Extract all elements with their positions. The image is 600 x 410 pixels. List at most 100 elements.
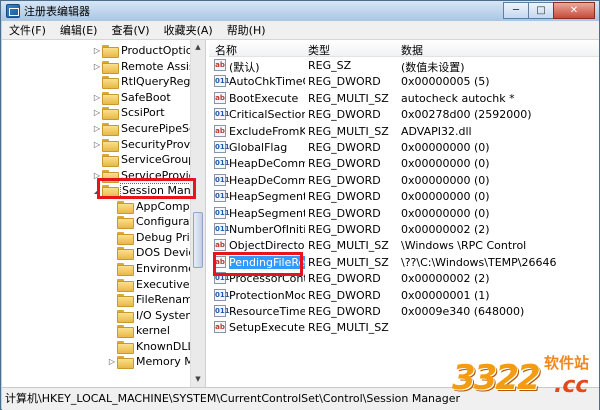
value-name: BootExecute — [229, 91, 299, 105]
folder-icon — [102, 60, 119, 74]
value-row[interactable]: 011HeapSegment...REG_DWORD 0x00000000 (0) — [209, 206, 599, 222]
value-row[interactable]: ab BootExecute REG_MULTI_SZ autocheck autoc… — [209, 91, 599, 107]
value-row[interactable]: 011ProtectionModeREG_DWORD 0x00000001 (1) — [209, 288, 599, 304]
tree-item[interactable]: Debug Print — [107, 230, 201, 246]
column-header-name[interactable]: 名称 — [215, 42, 237, 58]
tree-item[interactable]: ▷ SecurePipeServe — [92, 121, 205, 137]
scroll-up-arrow-icon[interactable]: ▲ — [191, 40, 205, 55]
value-name: ExcludeFromK... — [229, 124, 305, 138]
registry-tree: ▷ ProductOptions ▷ Remote Assistar RtlQueryR… — [2, 40, 206, 387]
menu-bar: 文件(F) 编辑(E) 查看(V) 收藏夹(A) 帮助(H) — [2, 21, 599, 40]
tree-item[interactable]: Executive — [107, 276, 190, 292]
tree-item[interactable]: RtlQueryRegistry — [92, 74, 205, 90]
menu-help[interactable]: 帮助(H) — [220, 21, 273, 40]
value-name: ObjectDirector... — [229, 239, 305, 253]
value-row[interactable]: 011HeapSegment...REG_DWORD 0x00000000 (0) — [209, 189, 599, 205]
tree-item[interactable]: kernel — [107, 323, 170, 339]
value-type: REG_DWORD — [308, 75, 381, 89]
window-controls: ─ □ ✕ — [503, 2, 595, 19]
expand-arrow-icon[interactable]: ▷ — [107, 357, 117, 366]
menu-favorites[interactable]: 收藏夹(A) — [157, 21, 220, 40]
folder-icon — [117, 231, 134, 245]
column-header-type[interactable]: 类型 — [308, 42, 330, 58]
value-data: 0x00000000 (0) — [401, 157, 490, 171]
expand-arrow-icon[interactable]: ▷ — [92, 62, 102, 71]
value-row[interactable]: 011CriticalSection...REG_DWORD 0x00278d00… — [209, 107, 599, 123]
value-data: autocheck autochk * — [401, 91, 515, 105]
expand-arrow-icon[interactable]: ▷ — [92, 140, 102, 149]
menu-edit[interactable]: 编辑(E) — [53, 21, 105, 40]
tree-item[interactable]: ServiceGroupOr — [92, 152, 205, 168]
menu-file[interactable]: 文件(F) — [2, 21, 53, 40]
tree-item-label: kernel — [136, 324, 170, 338]
folder-icon — [117, 309, 134, 323]
value-row[interactable]: 011HeapDeComm...REG_DWORD 0x00000000 (0) — [209, 173, 599, 189]
value-type: REG_DWORD — [308, 223, 381, 236]
folder-icon — [102, 45, 119, 59]
value-name: NumberOfIniti... — [229, 223, 305, 236]
folder-icon — [102, 107, 119, 121]
value-type: REG_DWORD — [308, 288, 381, 302]
tree-item[interactable]: ▷ SafeBoot — [92, 90, 171, 106]
values-pane: 名称 类型 数据 ab (默认) REG_SZ (数值未设置) 011 AutoChkTi… — [209, 40, 599, 387]
folder-icon — [117, 294, 134, 308]
scroll-down-arrow-icon[interactable]: ▼ — [191, 372, 205, 387]
tree-item[interactable]: I/O System — [107, 307, 196, 323]
folder-icon — [117, 216, 134, 230]
value-name: HeapSegment... — [229, 206, 305, 220]
highlight-box-pending-file-rename — [213, 252, 303, 276]
tree-item[interactable]: KnownDLLs — [107, 338, 199, 354]
string-value-icon: ab — [214, 91, 226, 104]
folder-icon — [102, 91, 119, 105]
expand-arrow-icon[interactable]: ▷ — [92, 46, 102, 55]
tree-item-label: Executive — [136, 277, 190, 291]
value-data: 0x0009e340 (648000) — [401, 305, 525, 318]
value-type: REG_MULTI_SZ — [308, 239, 389, 253]
scrollbar-thumb[interactable] — [193, 212, 203, 268]
highlight-box-session-manager — [97, 178, 196, 199]
value-data: \??\C:\Windows\TEMP\26646 — [401, 255, 557, 269]
expand-arrow-icon[interactable]: ▷ — [92, 93, 102, 102]
close-button[interactable]: ✕ — [553, 2, 595, 19]
folder-icon — [102, 76, 119, 90]
menu-view[interactable]: 查看(V) — [104, 21, 156, 40]
binary-value-icon: 011 — [214, 75, 230, 88]
watermark-logo: 3322 软件站 .cc — [452, 350, 597, 406]
tree-scrollbar[interactable]: ▲ ▼ — [190, 40, 205, 387]
tree-item[interactable]: ▷ SecurityProvider — [92, 136, 205, 152]
column-header-data[interactable]: 数据 — [401, 42, 423, 58]
value-name: HeapSegment... — [229, 190, 305, 204]
minimize-button[interactable]: ─ — [503, 2, 529, 19]
tree-item[interactable]: ▷ Remote Assistar — [92, 59, 205, 75]
client-area: ▷ ProductOptions ▷ Remote Assistar RtlQueryR… — [2, 40, 599, 387]
regedit-app-icon — [6, 4, 20, 18]
value-row[interactable]: ab SetupExecute REG_MULTI_SZ — [209, 320, 599, 336]
value-row[interactable]: 011HeapDeComm...REG_DWORD 0x00000000 (0) — [209, 156, 599, 172]
value-row[interactable]: 011NumberOfIniti...REG_DWORD 0x00000002 (… — [209, 222, 599, 238]
value-data: \Windows \RPC Control — [401, 239, 527, 253]
value-data: 0x00000000 (0) — [401, 141, 490, 154]
value-row[interactable]: 011ResourceTime...REG_DWORD 0x0009e340 (6… — [209, 304, 599, 320]
value-row[interactable]: 011 GlobalFlag REG_DWORD 0x00000000 (0) — [209, 140, 599, 156]
value-row[interactable]: 011AutoChkTimeO...REG_DWORD 0x00000005 (5… — [209, 74, 599, 90]
value-row[interactable]: abExcludeFromK...REG_MULTI_SZ ADVAPI32.dl… — [209, 124, 599, 140]
title-bar[interactable]: 注册表编辑器 ─ □ ✕ — [1, 1, 599, 21]
window-title: 注册表编辑器 — [24, 5, 90, 18]
tree-item-label: SafeBoot — [121, 90, 171, 104]
folder-icon — [117, 356, 134, 370]
value-data: 0x00278d00 (2592000) — [401, 108, 532, 122]
value-name: ResourceTime... — [229, 305, 305, 318]
value-name: HeapDeComm... — [229, 173, 305, 187]
value-name: HeapDeComm... — [229, 157, 305, 171]
binary-value-icon: 011 — [214, 108, 230, 121]
maximize-button[interactable]: □ — [528, 2, 554, 19]
expand-arrow-icon[interactable]: ▷ — [92, 108, 102, 117]
tree-item[interactable]: ▷ ScsiPort — [92, 105, 165, 121]
tree-item[interactable]: ▷ ProductOptions — [92, 43, 205, 59]
expand-arrow-icon[interactable]: ▷ — [92, 124, 102, 133]
value-row[interactable]: ab (默认) REG_SZ (数值未设置) — [209, 58, 599, 74]
value-data: (数值未设置) — [401, 61, 465, 74]
binary-value-icon: 011 — [214, 305, 230, 317]
value-name: AutoChkTimeO... — [229, 75, 305, 89]
binary-value-icon: 011 — [214, 223, 230, 235]
